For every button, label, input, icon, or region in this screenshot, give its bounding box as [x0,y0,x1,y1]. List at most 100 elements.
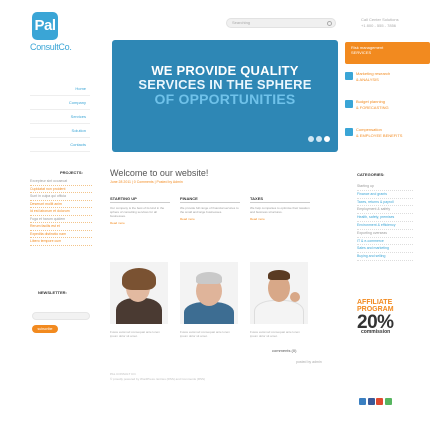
service-subtitle: & FORECASTING [356,105,389,110]
nav-item-company[interactable]: Company [30,96,90,110]
post-meta: June 28 2011 | 0 Comments | Posted by Ad… [110,180,183,184]
photo-body [254,300,304,324]
photo-hair [122,268,156,290]
nav-item-services[interactable]: Services [30,110,90,124]
column-heading: STARTING UP [110,196,170,203]
read-more-link[interactable]: Read more [110,221,170,225]
chart-icon [345,72,353,80]
project-link[interactable]: Fuga et harum quidem [30,216,92,223]
contact-phone: +1 800 - 555 - 7856 [361,23,397,28]
slider-dot[interactable] [308,136,314,142]
column-heading: FINANCE [180,196,240,203]
comments-link[interactable]: comments (0) [272,348,296,353]
photo-caption: Fusce euismod consequat ante lorem ipsum… [180,330,231,338]
service-subtitle: & ANALYSIS [356,77,379,82]
category-link[interactable]: Buying and selling [357,253,413,261]
slider-pagination [306,129,330,147]
nav-item-solution[interactable]: Solution [30,124,90,138]
affiliate-line-1: AFFILIATE [357,299,393,306]
category-link[interactable]: Employment & safety [357,206,413,215]
category-link[interactable]: Finance and grants [357,191,413,199]
service-budget[interactable]: Budget planning & FORECASTING [345,98,430,122]
twitter-icon[interactable] [384,398,392,405]
nav-item-contacts[interactable]: Contacts [30,138,90,152]
service-marketing[interactable]: Marketing research & ANALYSIS [345,70,430,94]
column-text: Our company is the best of its kind in t… [110,206,165,218]
project-link[interactable]: Id est laborum et dolorum [30,208,92,216]
affiliate-banner[interactable]: AFFILIATE PROGRAM 20% commission [357,299,417,335]
subscribe-button[interactable]: subscribe [32,325,58,333]
posted-by: posted by admin [296,360,322,364]
project-link[interactable]: Sunt in culpa qui officia [30,193,92,201]
photo-man-glasses [180,262,238,324]
categories-heading: CATEGORIES: [357,172,385,177]
column-starting-up: STARTING UP Our company is the best of i… [110,196,170,225]
photo-woman-phone [110,262,168,324]
people-icon [345,128,353,136]
category-link[interactable]: Exporting overseas [357,230,413,238]
welcome-title: Welcome to our website! [110,168,209,178]
service-title: Marketing research [356,71,391,76]
logo-mark: Pal [32,12,58,40]
newsletter-heading: NEWSLETTER: [38,290,67,295]
photo-caption: Fusce euismod consequat ante lorem ipsum… [250,330,301,338]
delicious-icon[interactable] [359,398,366,405]
photo-hand [290,292,300,302]
project-link[interactable]: Deserunt mollit anim [30,201,92,208]
service-title: Compensation [356,127,382,132]
hero-line-2: SERVICES IN THE SPHERE [138,77,312,92]
photo-caption: Fusce euismod consequat ante lorem ipsum… [110,330,161,338]
column-text: We help companies to optimise their taxa… [250,206,310,214]
service-compensation[interactable]: Compensation & EMPLOYEE BENEFITS [345,126,430,150]
service-subtitle: & EMPLOYEE BENEFITS [356,133,403,138]
search-icon[interactable] [327,21,332,26]
main-nav: Home Company Services Solution Contacts [30,82,90,152]
search-placeholder: Searching [232,20,251,25]
category-link[interactable]: Environment & efficiency [357,222,413,230]
project-link[interactable]: Cupidatat non proident [30,186,92,193]
photo-hair [268,270,290,280]
read-more-link[interactable]: Read more [250,217,310,221]
column-text: We provide full range of financial servi… [180,206,239,214]
category-link[interactable]: Health, safety, premises [357,214,413,222]
category-link[interactable]: Starting up [357,183,413,191]
column-taxes: TAXES We help companies to optimise thei… [250,196,310,221]
slider-dot-active[interactable] [324,136,330,142]
photo-hair [196,272,222,284]
nav-item-home[interactable]: Home [30,82,90,96]
footer: PAL CONSULT CO. © proudly powered by Wor… [110,372,310,382]
project-link[interactable]: Rerum facilis est et [30,223,92,231]
facebook-icon[interactable] [367,398,375,405]
contact-info: Call Center Solutions +1 800 - 555 - 785… [361,17,421,29]
project-link[interactable]: Expedita distinctio nam [30,231,92,238]
slider-dot[interactable] [316,136,322,142]
stumbleupon-icon[interactable] [376,398,383,405]
service-title: Budget planning [356,99,385,104]
photo-man-pointing [250,262,308,324]
read-more-link[interactable]: Read more [180,217,240,221]
service-risk-management[interactable]: Risk management SERVICES [345,42,430,64]
project-link[interactable]: Libero tempore cum [30,238,92,246]
project-link[interactable]: Excepteur sint occaecat [30,178,92,186]
projects-list: Excepteur sint occaecat Cupidatat non pr… [30,178,92,246]
footer-copyright: © proudly powered by WordPress. Entries … [110,377,206,381]
category-link[interactable]: IT & e-commerce [357,238,413,246]
social-links [359,392,393,410]
category-link[interactable]: Taxes, returns & payroll [357,199,413,207]
hero-line-3: OF OPPORTUNITIES [154,91,296,107]
hero-banner[interactable]: WE PROVIDE QUALITY SERVICES IN THE SPHER… [112,40,338,152]
projects-heading: PROJECTS: [60,170,83,175]
calculator-icon [345,100,353,108]
column-finance: FINANCE We provide full range of financi… [180,196,240,221]
category-link[interactable]: Sales and marketing [357,245,413,254]
search-input[interactable]: Searching [226,18,336,28]
page: Pal ConsultCo. Searching Call Center Sol… [30,0,430,430]
hero-line-1: WE PROVIDE QUALITY [151,63,299,78]
service-subtitle: SERVICES [351,50,372,55]
affiliate-label: commission [361,329,391,335]
categories-list: Starting up Finance and grants Taxes, re… [357,183,413,261]
logo[interactable]: Pal ConsultCo. [30,12,92,56]
column-heading: TAXES [250,196,310,203]
newsletter-email-field[interactable] [32,312,90,320]
logo-text: ConsultCo. [30,42,72,52]
